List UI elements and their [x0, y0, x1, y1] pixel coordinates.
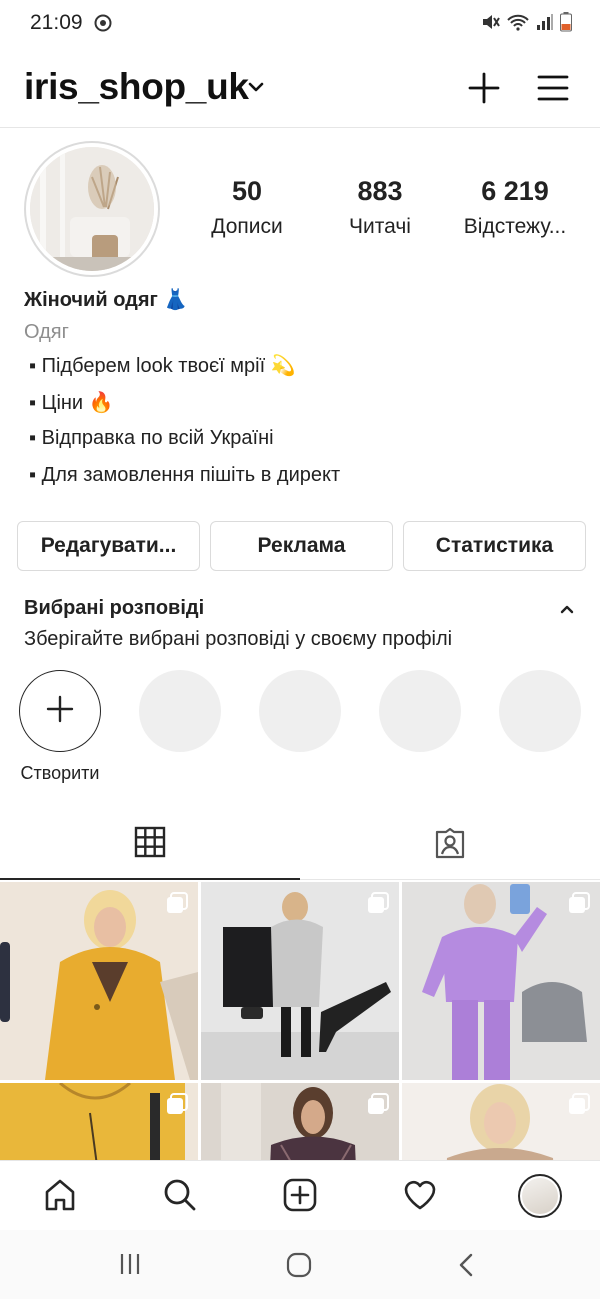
posts-grid	[0, 882, 600, 1160]
home-button-icon[interactable]	[286, 1252, 312, 1283]
multiple-photos-icon	[166, 1093, 188, 1120]
new-post-icon	[282, 1177, 318, 1218]
highlight-placeholder	[139, 670, 221, 752]
stat-followers[interactable]: 883 Читачі	[334, 176, 426, 239]
chevron-down-icon[interactable]	[247, 80, 265, 98]
bio-line: ▪ Відправка по всій Україні	[29, 427, 274, 449]
post-thumbnail[interactable]	[402, 882, 600, 1080]
tab-tagged[interactable]	[300, 810, 600, 880]
chevron-up-icon[interactable]	[559, 602, 575, 620]
stat-following-value: 6 219	[481, 176, 549, 206]
stat-followers-label: Читачі	[349, 215, 411, 238]
bio-line: ▪ Підберем look твоєї мрії 💫	[29, 355, 296, 377]
sync-icon	[93, 13, 113, 38]
account-switcher-username[interactable]: iris_shop_uk	[24, 66, 249, 108]
bio-name: Жіночий одяг 👗	[24, 289, 189, 311]
status-icons	[480, 12, 572, 37]
profile-header: iris_shop_uk	[0, 52, 600, 128]
multiple-photos-icon	[166, 892, 188, 919]
edit-profile-button[interactable]: Редагувати...	[17, 521, 200, 571]
back-icon[interactable]	[455, 1252, 477, 1283]
battery-icon	[560, 12, 572, 37]
post-thumbnail[interactable]	[201, 882, 399, 1080]
heart-icon	[402, 1177, 438, 1218]
profile-actions: Редагувати... Реклама Статистика	[17, 521, 586, 571]
multiple-photos-icon	[568, 1093, 590, 1120]
plus-icon	[45, 694, 75, 729]
nav-new-post[interactable]	[280, 1177, 320, 1217]
post-thumbnail[interactable]	[402, 1083, 600, 1160]
insights-button[interactable]: Статистика	[403, 521, 586, 571]
stat-posts-label: Дописи	[211, 215, 283, 238]
bottom-navigation	[0, 1160, 600, 1230]
wifi-icon	[506, 12, 530, 37]
highlight-placeholder	[499, 670, 581, 752]
status-time: 21:09	[30, 11, 83, 34]
post-thumbnail[interactable]	[0, 882, 198, 1080]
tab-posts-grid[interactable]	[0, 810, 300, 880]
system-navigation	[0, 1230, 600, 1299]
nav-profile[interactable]	[518, 1174, 562, 1218]
bio-category: Одяг	[24, 321, 69, 343]
grid-icon	[134, 826, 166, 863]
bio-line: ▪ Ціни 🔥	[29, 392, 114, 414]
profile-bio: Жіночий одяг 👗 Одяг ▪ Підберем look твоє…	[24, 287, 584, 501]
post-thumbnail[interactable]	[201, 1083, 399, 1160]
multiple-photos-icon	[568, 892, 590, 919]
multiple-photos-icon	[367, 1093, 389, 1120]
home-icon	[42, 1177, 78, 1218]
highlights-subtitle: Зберігайте вибрані розповіді у своєму пр…	[24, 628, 453, 650]
plus-icon[interactable]	[466, 70, 502, 111]
profile-tabs	[0, 810, 600, 880]
nav-home[interactable]	[40, 1177, 80, 1217]
bio-line: ▪ Для замовлення пішіть в директ	[29, 464, 341, 486]
promotions-button[interactable]: Реклама	[210, 521, 393, 571]
status-bar: 21:09	[0, 0, 600, 48]
post-thumbnail[interactable]	[0, 1083, 198, 1160]
menu-icon[interactable]	[537, 74, 569, 107]
search-icon	[162, 1177, 198, 1218]
profile-avatar[interactable]	[24, 141, 160, 277]
signal-icon	[536, 13, 554, 36]
multiple-photos-icon	[367, 892, 389, 919]
tagged-icon	[433, 826, 467, 865]
new-highlight-button[interactable]	[19, 670, 101, 752]
stat-followers-value: 883	[357, 176, 403, 206]
nav-search[interactable]	[160, 1177, 200, 1217]
highlight-placeholder	[379, 670, 461, 752]
avatar	[522, 1178, 558, 1214]
recents-icon[interactable]	[118, 1252, 142, 1281]
new-highlight-label: Створити	[20, 763, 100, 783]
highlight-placeholder	[259, 670, 341, 752]
mute-icon	[480, 12, 500, 37]
nav-activity[interactable]	[400, 1177, 440, 1217]
highlights-title: Вибрані розповіді	[24, 597, 205, 619]
avatar-image	[30, 147, 154, 271]
stat-following-label: Відстежу...	[463, 215, 567, 238]
stat-posts[interactable]: 50 Дописи	[200, 176, 294, 239]
stat-posts-value: 50	[231, 176, 263, 206]
stat-following[interactable]: 6 219 Відстежу...	[456, 176, 574, 239]
